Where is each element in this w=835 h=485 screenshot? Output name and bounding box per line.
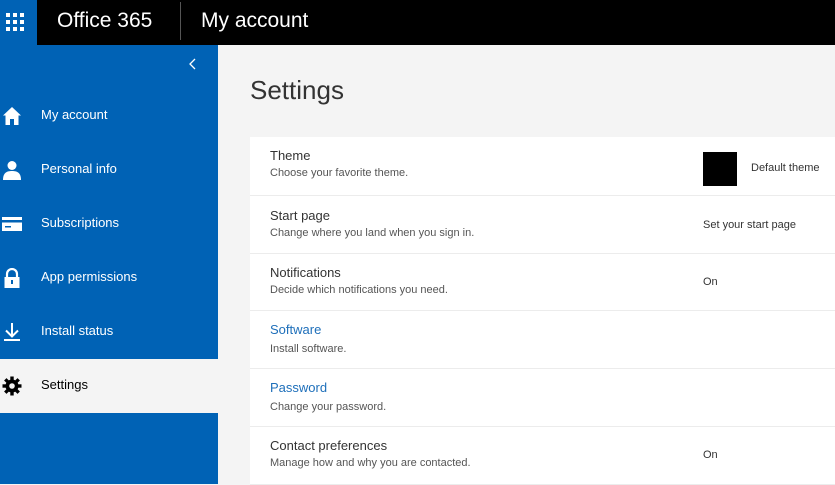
page-title: Settings: [250, 75, 344, 105]
sidebar-item-label: Settings: [41, 377, 88, 392]
password-link[interactable]: Password: [270, 380, 327, 395]
setting-description: Decide which notifications you need.: [270, 284, 448, 296]
setting-description: Change your password.: [270, 401, 387, 413]
app-title[interactable]: My account: [201, 9, 308, 33]
sidebar-item-app-permissions[interactable]: App permissions: [0, 251, 218, 305]
setting-title: Start page: [270, 208, 330, 223]
setting-title: Contact preferences: [270, 438, 388, 453]
setting-row-theme: Theme Choose your favorite theme. Defaul…: [250, 137, 835, 196]
sidebar-item-label: Install status: [41, 323, 114, 338]
setting-row-contact-preferences: Contact preferences Manage how and why y…: [250, 427, 835, 485]
person-icon: [3, 161, 21, 180]
sidebar-item-label: App permissions: [41, 269, 138, 284]
home-icon: [3, 107, 21, 125]
header-divider: [180, 2, 181, 40]
setting-description: Install software.: [270, 343, 347, 355]
theme-swatch[interactable]: [703, 152, 737, 186]
card-icon: [2, 217, 22, 231]
chevron-left-icon: [189, 58, 196, 70]
waffle-icon: [6, 13, 24, 31]
top-bar: Office 365 My account: [0, 0, 835, 45]
setting-row-start-page: Start page Change where you land when yo…: [250, 196, 835, 254]
setting-row-password: Password Change your password.: [250, 369, 835, 427]
setting-row-software: Software Install software.: [250, 311, 835, 369]
setting-description: Change where you land when you sign in.: [270, 227, 475, 239]
setting-description: Manage how and why you are contacted.: [270, 457, 471, 469]
gear-icon: [2, 376, 22, 396]
sidebar-item-subscriptions[interactable]: Subscriptions: [0, 197, 218, 251]
sidebar-item-label: Subscriptions: [41, 215, 120, 230]
sidebar: My account Personal info Subscriptions A…: [0, 45, 218, 484]
lock-icon: [4, 268, 20, 288]
download-icon: [4, 323, 20, 341]
sidebar-item-label: My account: [41, 107, 108, 122]
contact-preferences-value-link[interactable]: On: [703, 449, 718, 461]
sidebar-item-my-account[interactable]: My account: [0, 89, 218, 143]
sidebar-item-personal-info[interactable]: Personal info: [0, 143, 218, 197]
brand-link[interactable]: Office 365: [57, 9, 152, 33]
app-launcher-button[interactable]: [0, 0, 37, 45]
setting-description: Choose your favorite theme.: [270, 167, 409, 179]
sidebar-item-settings[interactable]: Settings: [0, 359, 218, 413]
theme-value-link[interactable]: Default theme: [751, 162, 819, 174]
sidebar-item-label: Personal info: [41, 161, 117, 176]
sidebar-item-install-status[interactable]: Install status: [0, 305, 218, 359]
setting-row-notifications: Notifications Decide which notifications…: [250, 254, 835, 311]
software-link[interactable]: Software: [270, 322, 321, 337]
setting-title: Theme: [270, 148, 311, 163]
notifications-value-link[interactable]: On: [703, 276, 718, 288]
collapse-sidebar-button[interactable]: [186, 57, 200, 71]
start-page-value-link[interactable]: Set your start page: [703, 219, 796, 231]
setting-title: Notifications: [270, 265, 341, 280]
